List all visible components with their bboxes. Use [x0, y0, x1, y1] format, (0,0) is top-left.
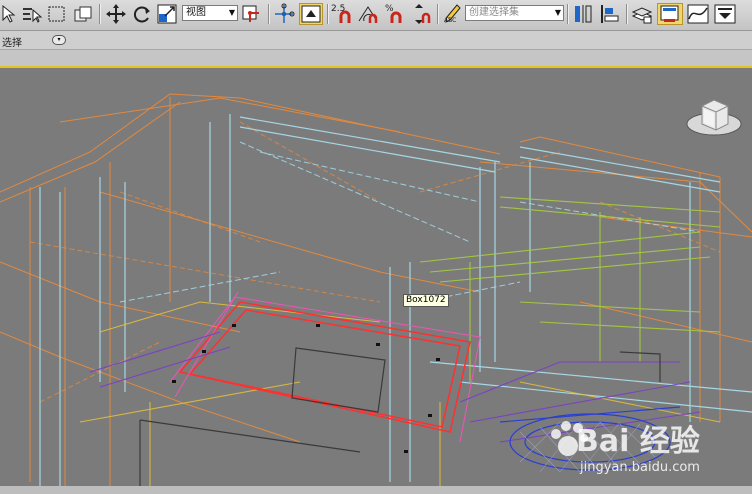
- select-by-name-icon[interactable]: [21, 3, 43, 25]
- select-arrow-icon[interactable]: [0, 3, 16, 25]
- watermark-logo-text: Bai 经验: [576, 424, 700, 459]
- select-link-icon[interactable]: [272, 3, 296, 25]
- ribbon-toggle-button[interactable]: ▾: [52, 35, 66, 45]
- align-icon[interactable]: [598, 3, 622, 25]
- baidu-jingyan-watermark: Bai 经验 jingyan.baidu.com: [548, 416, 748, 482]
- graphite-tools-icon[interactable]: [657, 3, 683, 25]
- selection-set-placeholder: 创建选择集: [469, 7, 519, 18]
- abc-label: ABC: [444, 17, 457, 24]
- window-crossing-icon[interactable]: [72, 3, 96, 25]
- ribbon-label: 选择: [2, 38, 22, 49]
- move-icon[interactable]: [104, 3, 128, 25]
- viewport-header-gap: [0, 50, 752, 66]
- percent-snap-icon[interactable]: [384, 3, 406, 25]
- ribbon-bar: 选择 ▾: [0, 31, 752, 50]
- viewcube-icon[interactable]: [686, 99, 742, 136]
- main-toolbar: 视图 ▼ 2.5 % ABC 创建选择集 ▼: [0, 0, 752, 31]
- perspective-viewport[interactable]: Box1072 Bai 经验 jingyan.baidu.com: [0, 66, 752, 488]
- mirror-icon[interactable]: [571, 3, 595, 25]
- watermark-url: jingyan.baidu.com: [580, 460, 700, 475]
- status-bar: [0, 486, 752, 494]
- named-selection-dropdown[interactable]: 创建选择集 ▼: [465, 5, 564, 21]
- chevron-down-icon: ▼: [554, 8, 561, 17]
- spinner-snap-icon[interactable]: [410, 3, 432, 25]
- angle-snap-toggle-icon[interactable]: [356, 3, 380, 25]
- rect-select-icon[interactable]: [46, 3, 68, 25]
- view-dropdown-value: 视图: [186, 7, 206, 18]
- curve-editor-icon[interactable]: [686, 3, 710, 25]
- manipulate-icon[interactable]: [299, 3, 323, 25]
- reference-coord-dropdown[interactable]: 视图 ▼: [182, 5, 238, 21]
- chevron-down-icon: ▼: [228, 8, 235, 17]
- rotate-icon[interactable]: [131, 3, 153, 25]
- snap-angle-label: 2.5: [331, 4, 346, 14]
- scale-icon[interactable]: [156, 3, 180, 25]
- pivot-icon[interactable]: [240, 3, 264, 25]
- layer-manager-icon[interactable]: [630, 3, 654, 25]
- object-name-tooltip: Box1072: [403, 294, 449, 307]
- schematic-view-icon[interactable]: [713, 3, 737, 25]
